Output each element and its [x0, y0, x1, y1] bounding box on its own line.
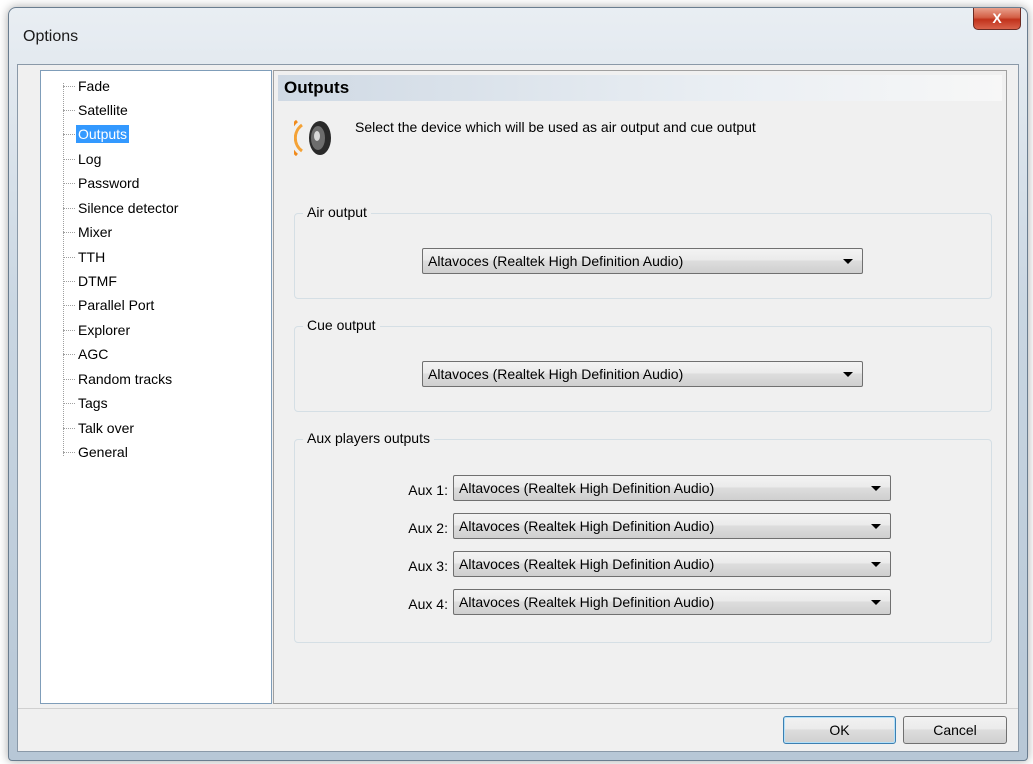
aux-4-value: Altavoces (Realtek High Definition Audio… [459, 594, 715, 610]
aux-2-value: Altavoces (Realtek High Definition Audio… [459, 518, 715, 534]
cue-output-label: Cue output [303, 317, 380, 333]
tree-item-general[interactable]: General [41, 440, 130, 464]
air-output-group: Air output Altavoces (Realtek High Defin… [294, 204, 992, 299]
outputs-panel: Outputs Select the device which will be … [273, 70, 1007, 704]
tree-item-agc[interactable]: AGC [41, 342, 110, 366]
outputs-description: Select the device which will be used as … [355, 119, 756, 135]
tree-item-label: Explorer [78, 322, 131, 338]
tree-item-password[interactable]: Password [41, 171, 141, 195]
aux-2-select[interactable]: Altavoces (Realtek High Definition Audio… [453, 513, 891, 539]
title-bar[interactable]: Options X [9, 8, 1027, 64]
aux-3-value: Altavoces (Realtek High Definition Audio… [459, 556, 715, 572]
tree-item-label: Silence detector [78, 200, 179, 216]
speaker-icon [294, 119, 331, 157]
aux-1-select[interactable]: Altavoces (Realtek High Definition Audio… [453, 475, 891, 501]
tree-item-talk-over[interactable]: Talk over [41, 416, 136, 440]
tree-item-random-tracks[interactable]: Random tracks [41, 367, 174, 391]
chevron-down-icon [871, 600, 881, 605]
tree-item-label: Mixer [78, 224, 113, 240]
tree-item-parallel-port[interactable]: Parallel Port [41, 293, 156, 317]
button-bar-divider [18, 708, 1018, 709]
tree-item-outputs[interactable]: Outputs [41, 122, 130, 146]
chevron-down-icon [871, 486, 881, 491]
chevron-down-icon [871, 562, 881, 567]
aux-4-label: Aux 4: [408, 596, 448, 612]
tree-item-explorer[interactable]: Explorer [41, 318, 132, 342]
tree-item-label: Password [78, 175, 140, 191]
tree-item-fade[interactable]: Fade [41, 74, 112, 98]
tree-item-tth[interactable]: TTH [41, 245, 107, 269]
tree-item-label: Outputs [76, 125, 130, 143]
air-output-select[interactable]: Altavoces (Realtek High Definition Audio… [422, 248, 863, 274]
options-dialog: Options X Fade Satellite Outputs Log Pas… [8, 7, 1028, 761]
aux-2-label: Aux 2: [408, 520, 448, 536]
tree-item-label: DTMF [78, 273, 117, 289]
chevron-down-icon [843, 259, 853, 264]
air-output-label: Air output [303, 204, 371, 220]
panel-title: Outputs [284, 78, 350, 97]
tree-item-log[interactable]: Log [41, 147, 103, 171]
aux-4-select[interactable]: Altavoces (Realtek High Definition Audio… [453, 589, 891, 615]
aux-outputs-group: Aux players outputs Aux 1: Altavoces (Re… [294, 430, 992, 643]
tree-item-label: Satellite [78, 102, 128, 118]
cue-output-group: Cue output Altavoces (Realtek High Defin… [294, 317, 992, 412]
air-output-value: Altavoces (Realtek High Definition Audio… [428, 253, 684, 269]
options-tree[interactable]: Fade Satellite Outputs Log Password Sile… [40, 70, 272, 704]
tree-item-label: Parallel Port [78, 297, 155, 313]
aux-3-select[interactable]: Altavoces (Realtek High Definition Audio… [453, 551, 891, 577]
tree-item-tags[interactable]: Tags [41, 391, 110, 415]
tree-item-silence-detector[interactable]: Silence detector [41, 196, 180, 220]
tree-item-label: Log [78, 151, 102, 167]
tree-item-label: TTH [78, 249, 106, 265]
aux-1-label: Aux 1: [408, 482, 448, 498]
tree-item-satellite[interactable]: Satellite [41, 98, 130, 122]
tree-item-label: Tags [78, 395, 108, 411]
chevron-down-icon [843, 372, 853, 377]
tree-item-label: Fade [78, 78, 110, 94]
cancel-button[interactable]: Cancel [903, 716, 1007, 744]
dialog-client-area: Fade Satellite Outputs Log Password Sile… [17, 64, 1019, 752]
tree-item-mixer[interactable]: Mixer [41, 220, 114, 244]
aux-1-value: Altavoces (Realtek High Definition Audio… [459, 480, 715, 496]
tree-item-label: Talk over [78, 420, 135, 436]
window-title: Options [23, 28, 79, 45]
tree-item-label: General [78, 444, 128, 460]
aux-outputs-label: Aux players outputs [303, 430, 434, 446]
tree-item-dtmf[interactable]: DTMF [41, 269, 119, 293]
close-button[interactable]: X [973, 8, 1021, 30]
panel-header: Outputs [278, 75, 1002, 101]
tree-item-label: AGC [78, 346, 109, 362]
ok-button[interactable]: OK [783, 716, 896, 744]
chevron-down-icon [871, 524, 881, 529]
cue-output-value: Altavoces (Realtek High Definition Audio… [428, 366, 684, 382]
tree-item-label: Random tracks [78, 371, 173, 387]
aux-3-label: Aux 3: [408, 558, 448, 574]
cue-output-select[interactable]: Altavoces (Realtek High Definition Audio… [422, 361, 863, 387]
